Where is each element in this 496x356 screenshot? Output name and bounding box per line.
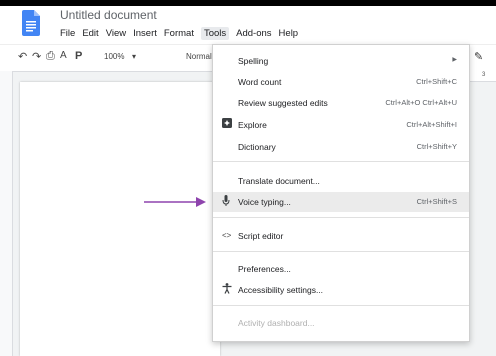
code-icon: <>	[222, 231, 232, 240]
explore-icon	[222, 118, 232, 131]
paint-format-icon[interactable]: P	[75, 50, 82, 62]
vertical-ruler	[0, 71, 13, 356]
spellcheck-icon[interactable]: A	[60, 50, 67, 61]
redo-icon[interactable]: ↷	[32, 50, 41, 63]
menu-addons[interactable]: Add-ons	[236, 28, 271, 39]
pointer-arrow-icon	[144, 197, 206, 207]
menu-item-translate-document[interactable]: Translate document...	[213, 171, 469, 191]
document-page[interactable]	[20, 82, 220, 356]
menu-tools[interactable]: Tools	[200, 27, 230, 40]
menu-item-explore[interactable]: Explore Ctrl+Alt+Shift+I	[213, 115, 469, 135]
menu-item-spelling[interactable]: Spelling ▶	[213, 51, 469, 71]
menu-item-activity-dashboard: Activity dashboard...	[238, 318, 315, 328]
style-select[interactable]: Normal	[186, 52, 212, 61]
ruler-mark: 3	[482, 72, 486, 78]
menu-item-word-count[interactable]: Word count Ctrl+Shift+C	[213, 72, 469, 92]
undo-icon[interactable]: ↶	[18, 50, 27, 63]
pen-icon[interactable]: ✎	[474, 50, 483, 63]
title-bar: Untitled document File Edit View Insert Form…	[0, 6, 496, 44]
tools-menu: Spelling ▶ Word count Ctrl+Shift+C Revie…	[212, 44, 470, 342]
menu-edit[interactable]: Edit	[82, 28, 98, 39]
google-docs-logo-icon[interactable]	[22, 10, 40, 36]
menu-insert[interactable]: Insert	[133, 28, 157, 39]
menu-item-accessibility-settings[interactable]: Accessibility settings...	[213, 280, 469, 300]
print-icon[interactable]: ⎙	[46, 50, 55, 63]
accessibility-icon	[222, 283, 232, 296]
menu-separator	[213, 217, 469, 218]
menu-separator	[213, 161, 469, 162]
menu-help[interactable]: Help	[279, 28, 299, 39]
menu-view[interactable]: View	[106, 28, 126, 39]
menu-item-dictionary[interactable]: Dictionary Ctrl+Shift+Y	[213, 137, 469, 157]
menu-item-script-editor[interactable]: <> Script editor	[213, 226, 469, 246]
menu-item-voice-typing[interactable]: Voice typing... Ctrl+Shift+S	[213, 192, 469, 212]
menu-separator	[213, 305, 469, 306]
zoom-dropdown-icon[interactable]: ▾	[132, 52, 136, 61]
microphone-icon	[222, 195, 230, 210]
submenu-arrow-icon: ▶	[452, 57, 457, 63]
document-title[interactable]: Untitled document	[60, 8, 157, 22]
menu-file[interactable]: File	[60, 28, 75, 39]
zoom-select[interactable]: 100%	[104, 52, 124, 61]
menu-format[interactable]: Format	[164, 28, 194, 39]
menu-bar: File Edit View Insert Format Tools Add-ons Help	[60, 27, 305, 42]
menu-item-review-suggested-edits[interactable]: Review suggested edits Ctrl+Alt+O Ctrl+A…	[213, 93, 469, 113]
menu-item-preferences[interactable]: Preferences...	[213, 259, 469, 279]
menu-separator	[213, 251, 469, 252]
